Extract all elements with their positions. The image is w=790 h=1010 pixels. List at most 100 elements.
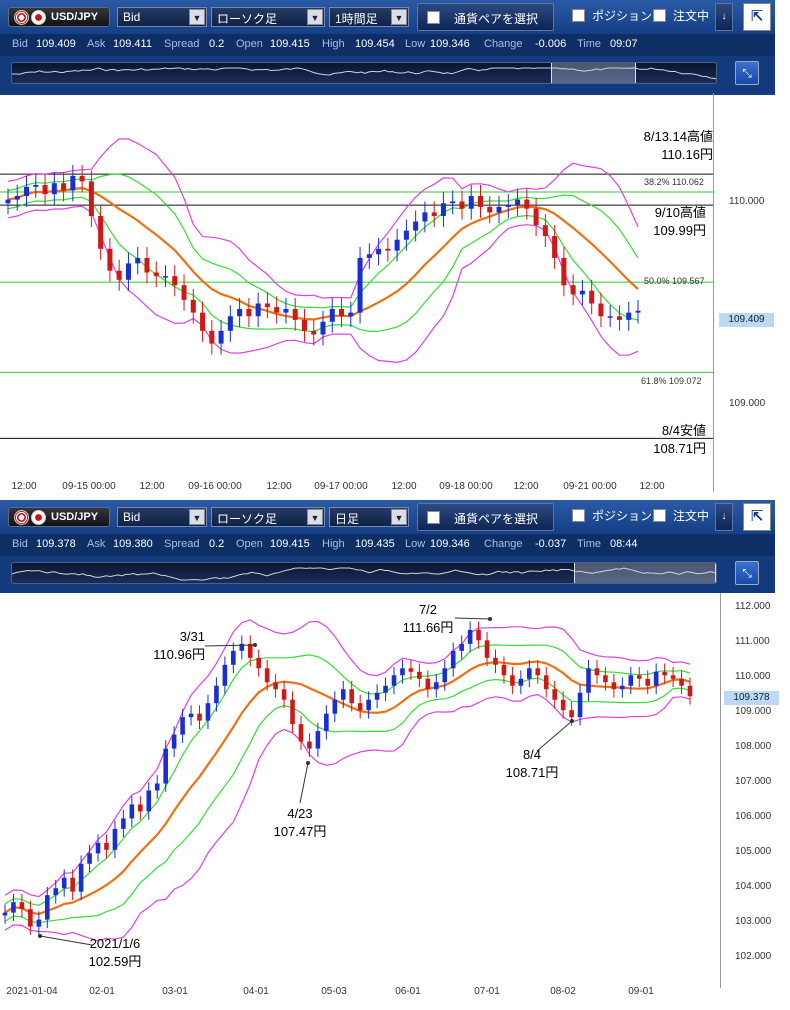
- order-checkbox[interactable]: [653, 509, 666, 522]
- candle-body: [112, 828, 118, 850]
- candle-body: [569, 710, 574, 718]
- candle-body: [400, 668, 405, 676]
- expand-button[interactable]: ⇱: [743, 503, 771, 531]
- candle-body: [218, 330, 224, 344]
- order-checkbox[interactable]: [653, 9, 666, 22]
- y-tick: 109.000: [735, 706, 772, 717]
- chart-style-select[interactable]: ローソク足 ▼: [211, 7, 325, 27]
- timeframe-value: 1時間足: [335, 12, 378, 26]
- candle-body: [125, 263, 131, 280]
- candle-body: [28, 909, 33, 927]
- fib-label: 50.0% 109.567: [644, 276, 705, 286]
- y-tick: 107.000: [735, 776, 772, 787]
- bollinger-band-line: [4, 619, 691, 898]
- annotation-arrow-head: [38, 934, 42, 938]
- price-type-select[interactable]: Bid ▼: [117, 507, 207, 527]
- candle-body: [679, 678, 684, 686]
- candle-body: [662, 671, 667, 676]
- candle-body: [255, 303, 261, 317]
- candle-body: [653, 671, 659, 686]
- toolbar-controls: USD/JPY Bid ▼ ローソク足 ▼ 日足 ▼ 通貨ペアを選択 ポジション…: [0, 500, 775, 534]
- annotation-arrow: [299, 762, 309, 804]
- price-type-select[interactable]: Bid ▼: [117, 7, 207, 27]
- candle-body: [197, 713, 202, 721]
- x-tick: 08-02: [550, 986, 576, 997]
- zoom-button[interactable]: ⤡: [735, 61, 759, 85]
- time-label: Time: [577, 38, 602, 50]
- candle-body: [283, 308, 289, 313]
- chart-navigator[interactable]: [11, 562, 717, 584]
- candle-body: [78, 863, 84, 892]
- arrow-down-icon: ↓: [721, 511, 727, 522]
- toolbar-controls: USD/JPY Bid ▼ ローソク足 ▼ 1時間足 ▼ 通貨ペアを選択 ポジシ…: [0, 0, 775, 34]
- zoom-button[interactable]: ⤡: [735, 561, 759, 585]
- expand-button[interactable]: ⇱: [743, 3, 771, 31]
- pair-display[interactable]: USD/JPY: [8, 507, 110, 527]
- order-label: 注文中: [673, 9, 710, 23]
- candle-body: [44, 895, 50, 920]
- annotation: 4/23 107.47円: [268, 805, 332, 841]
- candle-body: [36, 919, 42, 927]
- candle-body: [493, 657, 498, 665]
- candle-body: [222, 664, 228, 686]
- chart-navigator[interactable]: [11, 62, 717, 84]
- position-checkbox[interactable]: [572, 509, 585, 522]
- expand-icon: ⇱: [750, 8, 764, 25]
- candle-body: [636, 675, 642, 679]
- spread-label: Spread: [164, 538, 200, 550]
- chevron-down-icon: ▼: [307, 509, 323, 525]
- x-tick: 09-21 00:00: [563, 481, 617, 492]
- fib-label: 61.8% 109.072: [641, 376, 702, 386]
- ask-label: Ask: [87, 38, 106, 50]
- timeframe-select[interactable]: 1時間足 ▼: [329, 7, 409, 27]
- candle-body: [394, 239, 400, 251]
- position-checkbox[interactable]: [572, 9, 585, 22]
- pair-select-button[interactable]: 通貨ペアを選択: [417, 503, 554, 531]
- candle-body: [586, 668, 591, 693]
- candle-body: [510, 675, 515, 686]
- candle-body: [237, 308, 243, 317]
- candle-body: [496, 206, 502, 213]
- collapse-button[interactable]: ↓: [715, 3, 733, 31]
- candle-body: [533, 208, 539, 226]
- position-label: ポジション: [592, 509, 653, 523]
- y-tick: 108.000: [735, 741, 772, 752]
- chart-style-select[interactable]: ローソク足 ▼: [211, 507, 325, 527]
- candle-body: [324, 713, 329, 732]
- candle-body: [607, 316, 613, 318]
- chart-plot-area[interactable]: 112.000 111.000 110.000 109.000 108.000 …: [0, 593, 779, 1008]
- candle-body: [408, 668, 414, 672]
- spread-label: Spread: [164, 38, 200, 50]
- price-type-value: Bid: [123, 510, 141, 524]
- chart-plot-area[interactable]: 110.000 109.000 109.409 38.2% 110.062 50…: [0, 93, 775, 492]
- pair-select-label: 通貨ペアを選択: [454, 12, 539, 26]
- high-label: High: [322, 38, 345, 50]
- navigator-window[interactable]: [574, 563, 716, 583]
- annotation-line: 108.71円: [505, 765, 559, 780]
- candle-body: [552, 689, 557, 700]
- pair-select-checkbox[interactable]: [427, 511, 440, 524]
- candle-body: [348, 312, 354, 317]
- candle-body: [645, 678, 651, 686]
- candle-body: [200, 312, 206, 331]
- daily-chart-panel: USD/JPY Bid ▼ ローソク足 ▼ 日足 ▼ 通貨ペアを選択 ポジション…: [0, 500, 779, 1008]
- pair-select-checkbox[interactable]: [427, 11, 440, 24]
- timeframe-select[interactable]: 日足 ▼: [329, 507, 409, 527]
- annotation: 8/13.14高値 110.16円: [610, 128, 713, 164]
- collapse-button[interactable]: ↓: [715, 503, 733, 531]
- candle-body: [413, 221, 419, 231]
- candle-body: [320, 321, 326, 335]
- pair-select-button[interactable]: 通貨ペアを選択: [417, 3, 554, 31]
- candle-body: [188, 713, 194, 718]
- candle-body: [88, 181, 94, 217]
- annotation: 2021/1/6 102.59円: [80, 935, 150, 971]
- candle-body: [687, 685, 693, 697]
- bid-value: 109.409: [36, 38, 76, 50]
- candle-body: [518, 678, 524, 686]
- candle-body: [670, 675, 676, 679]
- pair-display[interactable]: USD/JPY: [8, 7, 110, 27]
- candle-body: [61, 877, 67, 889]
- chevron-down-icon: ▼: [189, 9, 205, 25]
- last-price-tag: 109.378: [724, 691, 779, 705]
- navigator-window[interactable]: [551, 63, 636, 83]
